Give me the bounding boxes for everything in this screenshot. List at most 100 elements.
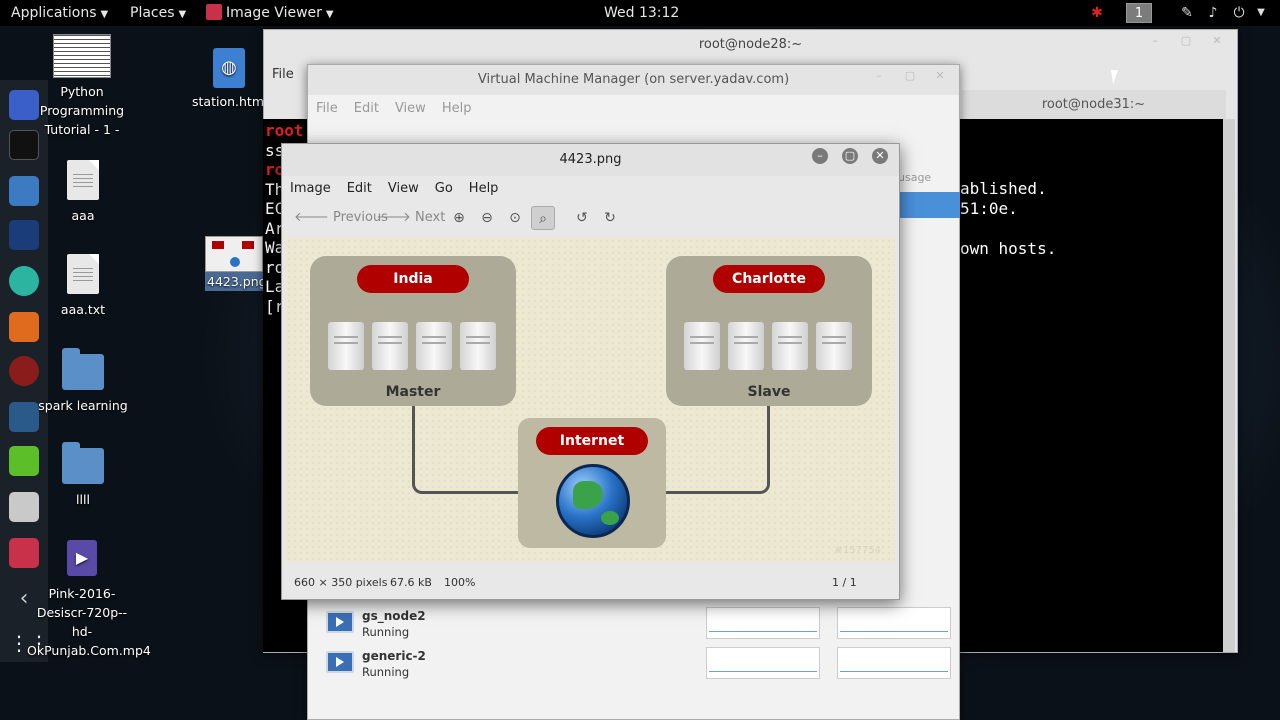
pen-icon[interactable]: ✎ [1178, 4, 1196, 22]
arrow-left-icon: 🡐 [294, 210, 329, 225]
site-india: India Master [310, 256, 516, 406]
desktop-icon-llll[interactable]: llll [28, 442, 138, 509]
minimize-button[interactable]: – [872, 69, 886, 83]
site-charlotte: Charlotte Slave [666, 256, 872, 406]
document-thumbnail-icon [53, 34, 111, 78]
vmm-title: Virtual Machine Manager (on server.yadav… [477, 72, 790, 87]
minimize-button[interactable]: – [812, 148, 828, 164]
memory-graph [837, 607, 951, 639]
site-india-label: India [357, 265, 469, 293]
maximize-button[interactable]: ▢ [903, 69, 917, 83]
maximize-button[interactable]: ▢ [842, 148, 858, 164]
menu-file[interactable]: File [308, 96, 346, 122]
site-charlotte-role: Slave [747, 384, 791, 400]
terminal-scrollbar[interactable] [1223, 119, 1235, 652]
vmm-menubar: File Edit View Help [308, 96, 959, 122]
usage-header: usage [898, 171, 932, 184]
menu-image[interactable]: Image [282, 176, 339, 202]
menu-help[interactable]: Help [461, 176, 507, 202]
status-dimensions: 660 × 350 pixels [294, 576, 388, 589]
status-filesize: 67.6 kB [390, 576, 432, 589]
menu-view[interactable]: View [380, 176, 427, 202]
connector-left [412, 404, 522, 494]
close-button[interactable]: ✕ [1210, 34, 1224, 48]
iv-statusbar: 660 × 350 pixels 67.6 kB 100% 1 / 1 [282, 570, 899, 596]
folder-icon [62, 442, 104, 484]
close-button[interactable]: ✕ [933, 69, 947, 83]
cpu-graph [706, 647, 820, 679]
volume-icon[interactable]: ♪ [1204, 4, 1222, 22]
image-viewer-window[interactable]: 4423.png – ▢ ✕ Image Edit View Go Help 🡐 Pre… [281, 143, 900, 600]
maximize-button[interactable]: ▢ [1179, 34, 1193, 48]
server-icon [460, 322, 496, 370]
connector-right [662, 404, 770, 494]
vm-row-gs-node2[interactable]: gs_node2 Running [308, 607, 958, 645]
iv-title: 4423.png [559, 152, 622, 167]
rotate-left-icon[interactable]: ↺ [570, 206, 594, 230]
selected-row-highlight[interactable] [900, 192, 960, 218]
top-panel: Applications ▼ Places ▼ Image Viewer ▼ Wed … [0, 0, 1280, 26]
image-canvas[interactable]: India Master Charlotte Slave Internet #1… [286, 238, 895, 562]
chevron-down-icon[interactable]: ▼ [1252, 4, 1270, 22]
text-file-icon [67, 254, 99, 294]
cpu-graph [706, 607, 820, 639]
desktop-icon-aaatxt[interactable]: aaa.txt [28, 254, 138, 319]
text-file-icon [67, 160, 99, 200]
image-thumbnail-icon [205, 236, 263, 272]
server-icon [772, 322, 808, 370]
menu-file[interactable]: File [264, 62, 302, 88]
menu-help[interactable]: Help [434, 96, 480, 122]
status-count: 1 / 1 [832, 576, 857, 589]
image-viewer-icon [206, 4, 222, 20]
zoom-normal-icon[interactable]: ⊙ [503, 206, 527, 230]
clock[interactable]: Wed 13:12 [604, 0, 679, 26]
desktop-icon-python-tutorial[interactable]: Python Programming Tutorial - 1 - Instal… [27, 34, 137, 139]
status-zoom: 100% [444, 576, 476, 589]
zoom-in-icon[interactable]: ⊕ [447, 206, 471, 230]
vm-monitor-icon [326, 651, 354, 673]
internet-label: Internet [536, 427, 648, 455]
desktop-icon-aaa[interactable]: aaa [28, 160, 138, 225]
terminal-right-text: ablished. 51:0e. own hosts. [960, 119, 1222, 652]
tab-node31[interactable]: root@node31:~ [961, 90, 1226, 120]
next-button[interactable]: 🡒 Next [376, 206, 445, 230]
desktop-icon-4423png[interactable]: 4423.png [205, 236, 265, 291]
memory-graph [837, 647, 951, 679]
notification-icon[interactable]: ✱ [1088, 4, 1106, 22]
terminal-title: root@node28:~ [698, 37, 803, 52]
applications-menu[interactable]: Applications ▼ [11, 0, 108, 26]
site-india-role: Master [385, 384, 441, 400]
close-button[interactable]: ✕ [872, 148, 888, 164]
folder-icon [62, 348, 104, 390]
menu-edit[interactable]: Edit [339, 176, 380, 202]
server-icon [728, 322, 764, 370]
video-file-icon: ▶ [67, 540, 97, 576]
arrow-right-icon: 🡒 [376, 210, 411, 225]
desktop-icon-video[interactable]: ▶ Pink-2016-Desiscr-720p--hd-OkPunjab.Co… [27, 540, 151, 660]
minimize-button[interactable]: – [1148, 34, 1162, 48]
iv-menubar: Image Edit View Go Help [282, 176, 899, 202]
web-file-icon: ◍ [213, 48, 245, 88]
watermark: #157754 [834, 545, 881, 556]
desktop-icon-spark-learning[interactable]: spark learning [28, 348, 138, 415]
rotate-right-icon[interactable]: ↻ [598, 206, 622, 230]
server-icon [816, 322, 852, 370]
menu-go[interactable]: Go [427, 176, 461, 202]
server-icon [416, 322, 452, 370]
server-icon [372, 322, 408, 370]
zoom-fit-icon[interactable]: ⌕ [531, 206, 555, 230]
previous-button[interactable]: 🡐 Previous [294, 206, 388, 230]
internet-node: Internet [518, 418, 666, 548]
menu-view[interactable]: View [387, 96, 434, 122]
vm-row-generic-2[interactable]: generic-2 Running [308, 647, 958, 685]
menu-edit[interactable]: Edit [346, 96, 387, 122]
site-charlotte-label: Charlotte [713, 265, 825, 293]
vm-monitor-icon [326, 611, 354, 633]
server-icon [684, 322, 720, 370]
server-icon [328, 322, 364, 370]
active-app-menu[interactable]: Image Viewer ▼ [206, 0, 334, 26]
workspace-indicator[interactable]: 1 [1126, 3, 1152, 23]
power-icon[interactable]: ⏻ [1230, 4, 1248, 22]
zoom-out-icon[interactable]: ⊖ [475, 206, 499, 230]
places-menu[interactable]: Places ▼ [130, 0, 186, 26]
